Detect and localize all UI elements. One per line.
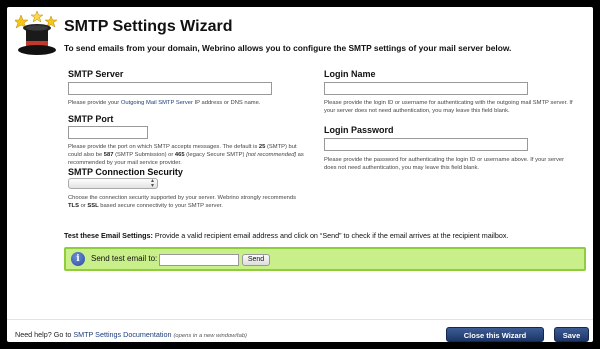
smtp-port-help: Please provide the port on which SMTP ac…	[68, 143, 308, 167]
login-name-input[interactable]	[324, 82, 528, 95]
login-password-input[interactable]	[324, 138, 528, 151]
close-wizard-button[interactable]: Close this Wizard	[446, 327, 544, 342]
port-587: 587	[103, 152, 114, 158]
login-password-label: Login Password	[324, 125, 394, 135]
new-window-note: (opens in a new window/tab)	[173, 333, 247, 339]
help-text: based secure connectivity to your SMTP s…	[98, 203, 223, 209]
test-instructions-text: Provide a valid recipient email address …	[152, 231, 509, 240]
wizard-dialog: SMTP Settings Wizard To send emails from…	[7, 7, 593, 342]
outgoing-mail-link[interactable]: Outgoing Mail SMTP Server	[121, 100, 193, 106]
help-text: IP address or DNS name.	[192, 100, 261, 106]
help-text: Choose the connection security supported…	[68, 195, 297, 201]
smtp-server-help: Please provide your Outgoing Mail SMTP S…	[68, 99, 298, 107]
port-465: 465	[174, 152, 185, 158]
tls-text: TLS	[68, 203, 79, 209]
footer-help: Need help? Go to SMTP Settings Documenta…	[15, 330, 247, 339]
page-title: SMTP Settings Wizard	[64, 18, 233, 35]
help-text: (SMTP Submission) or	[113, 152, 175, 158]
help-text: Need help? Go to	[15, 330, 74, 339]
intro-text: To send emails from your domain, Webrino…	[64, 43, 512, 53]
help-text: Please provide your	[68, 100, 121, 106]
test-instructions: Test these Email Settings: Provide a val…	[64, 231, 509, 240]
login-password-help: Please provide the password for authenti…	[324, 157, 565, 171]
help-text: Please provide the port on which SMTP ac…	[68, 144, 259, 150]
info-icon: i	[71, 252, 85, 266]
documentation-link[interactable]: SMTP Settings Documentation	[73, 330, 171, 339]
test-email-input[interactable]	[159, 254, 239, 266]
not-recommended: [not recommended]	[246, 152, 297, 158]
ssl-text: SSL	[87, 203, 99, 209]
send-test-label: Send test email to:	[91, 254, 158, 263]
send-button[interactable]: Send	[242, 254, 270, 266]
save-button[interactable]: Save	[554, 327, 589, 342]
security-help: Choose the connection security supported…	[68, 194, 298, 210]
magic-hat-icon	[15, 11, 58, 55]
test-heading: Test these Email Settings:	[64, 231, 153, 240]
modal-overlay: SMTP Settings Wizard To send emails from…	[0, 0, 600, 349]
smtp-server-label: SMTP Server	[68, 69, 124, 79]
footer-divider	[7, 319, 593, 320]
chevron-updown-icon: ▴ ▾	[150, 178, 154, 189]
security-select[interactable]: ▴ ▾	[68, 178, 158, 189]
help-text: (legacy Secure SMTP)	[184, 152, 247, 158]
login-name-help: Please provide the login ID or username …	[324, 100, 573, 114]
security-label: SMTP Connection Security	[68, 167, 183, 177]
smtp-port-label: SMTP Port	[68, 114, 114, 124]
smtp-port-input[interactable]	[68, 126, 148, 139]
smtp-server-input[interactable]	[68, 82, 272, 95]
test-email-box: i Send test email to: Send	[64, 247, 586, 271]
login-name-label: Login Name	[324, 69, 376, 79]
